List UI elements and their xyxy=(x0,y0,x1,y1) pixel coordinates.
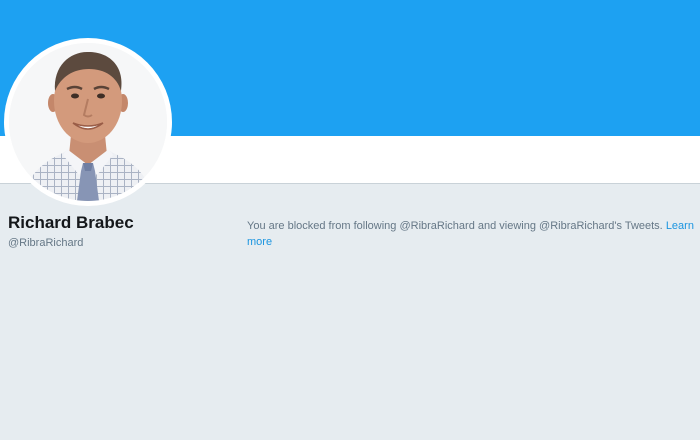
profile-handle: @RibraRichard xyxy=(8,237,84,249)
avatar[interactable] xyxy=(4,38,172,206)
blocked-notice: You are blocked from following @RibraRic… xyxy=(247,218,697,250)
blocked-message: You are blocked from following @RibraRic… xyxy=(247,220,663,232)
profile-display-name: Richard Brabec xyxy=(8,213,134,232)
profile-photo-icon xyxy=(9,43,167,201)
